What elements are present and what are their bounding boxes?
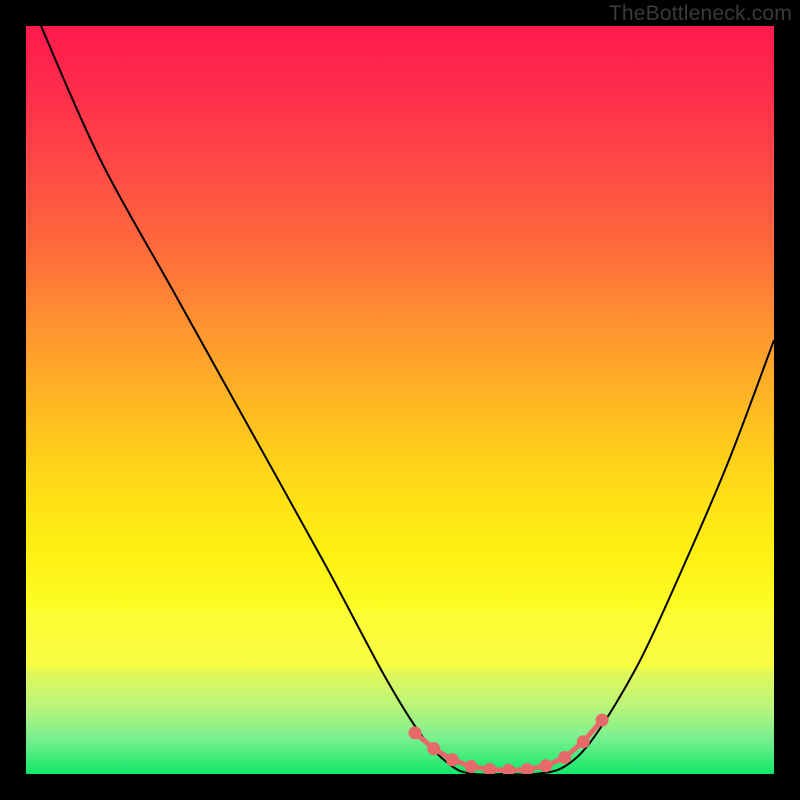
highlight-dot <box>558 751 571 764</box>
highlight-dot <box>427 742 440 755</box>
highlight-dot <box>577 735 590 748</box>
highlight-dot <box>409 726 422 739</box>
highlight-dot <box>483 763 496 774</box>
highlight-dot <box>502 764 515 774</box>
highlight-dot <box>596 714 609 727</box>
chart-plot-area <box>26 26 774 774</box>
highlight-dots <box>26 26 774 774</box>
highlight-dot <box>539 759 552 772</box>
chart-frame: TheBottleneck.com <box>0 0 800 800</box>
highlight-dot <box>446 753 459 766</box>
highlight-dot <box>521 763 534 774</box>
dot-group <box>409 714 609 774</box>
watermark-text: TheBottleneck.com <box>609 2 792 26</box>
highlight-dot <box>465 760 478 773</box>
